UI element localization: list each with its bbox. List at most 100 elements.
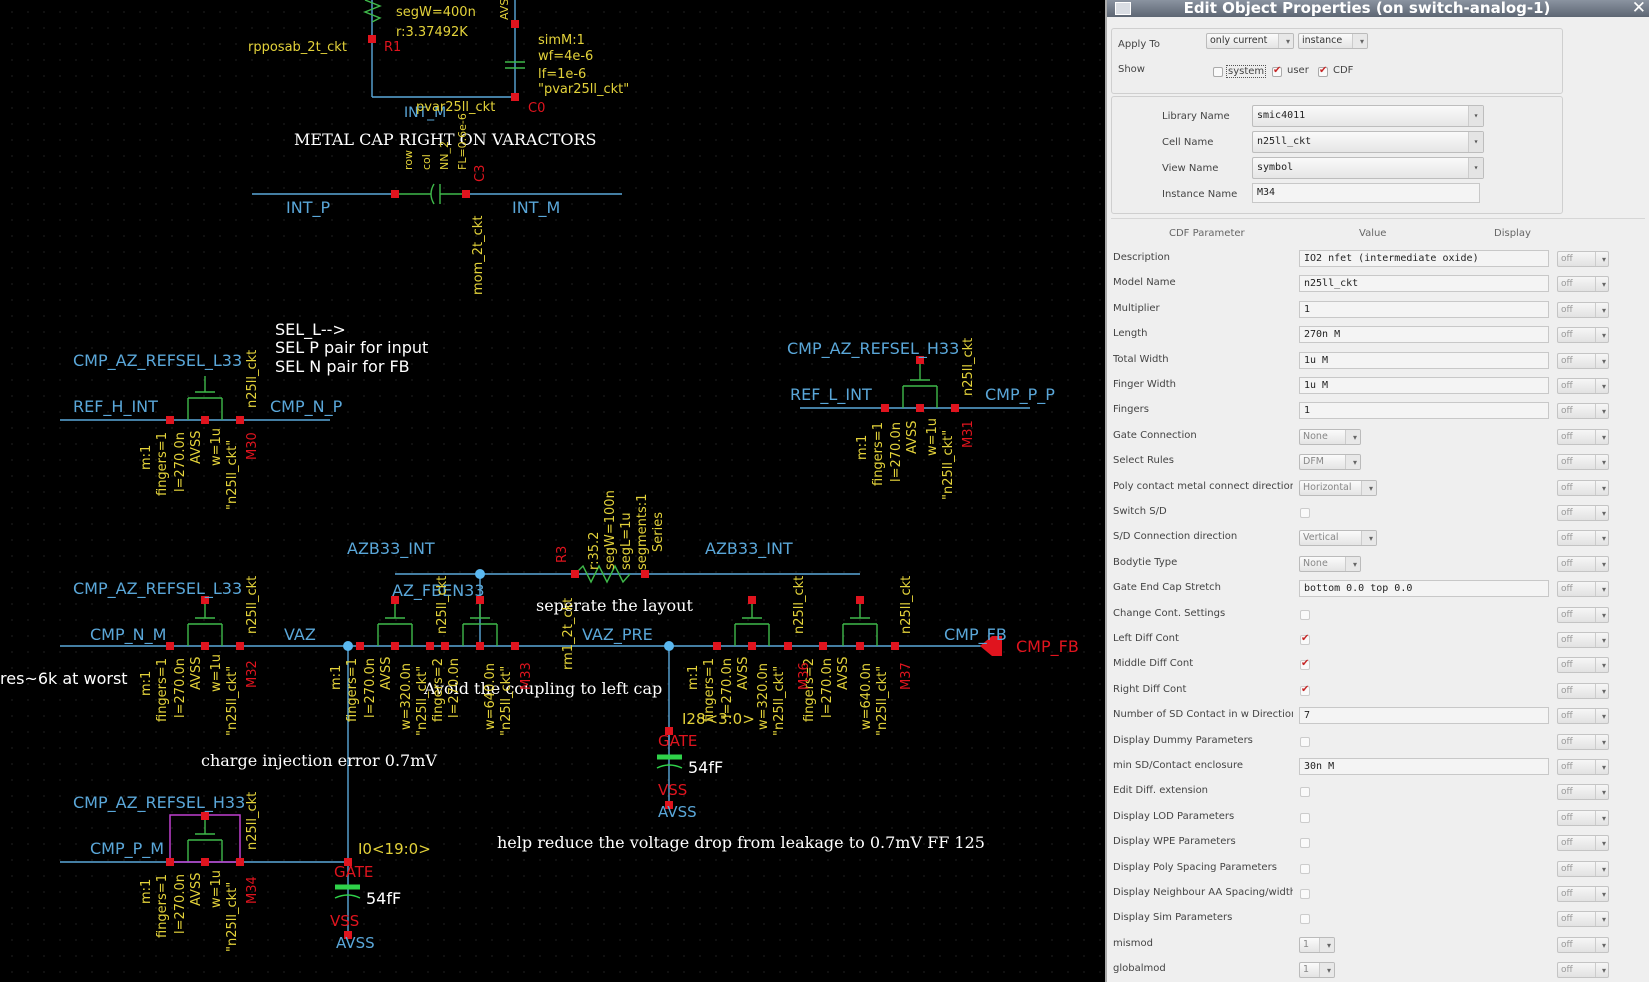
param-checkbox[interactable]: [1300, 609, 1310, 620]
param-value-combo[interactable]: DFM ▾: [1299, 454, 1361, 471]
param-checkbox[interactable]: [1300, 812, 1310, 823]
instance-label: M30: [245, 432, 260, 460]
display-combo[interactable]: off ▾: [1557, 428, 1609, 445]
show-cdf-checkbox[interactable]: [1318, 65, 1328, 77]
display-combo[interactable]: off ▾: [1557, 352, 1609, 369]
chevron-down-icon: ▾: [1601, 915, 1606, 925]
param-value-field[interactable]: n25ll_ckt: [1299, 275, 1549, 293]
display-combo[interactable]: off ▾: [1557, 911, 1609, 928]
display-combo[interactable]: off ▾: [1557, 759, 1609, 775]
schematic-drawing[interactable]: CMP_AZ_REFSEL_L33 REF_H_INT CMP_N_P CMP_…: [0, 0, 1105, 982]
display-combo[interactable]: off ▾: [1557, 403, 1609, 420]
display-combo[interactable]: off ▾: [1557, 708, 1609, 725]
display-combo[interactable]: off ▾: [1557, 378, 1609, 394]
chevron-down-icon: ▾: [1601, 407, 1606, 417]
param-value-field[interactable]: 1: [1299, 300, 1549, 318]
display-value: off: [1561, 355, 1573, 366]
param-value-field[interactable]: 1: [1299, 402, 1549, 420]
param-value-field[interactable]: 1u M: [1299, 351, 1549, 369]
display-combo[interactable]: off ▾: [1557, 530, 1609, 547]
apply-to-label: Apply To: [1118, 39, 1160, 50]
library-name-combo[interactable]: smic4011 ▾: [1252, 105, 1484, 127]
param-value-combo[interactable]: 1 ▾: [1299, 936, 1335, 953]
display-combo[interactable]: off ▾: [1557, 555, 1609, 572]
param-value-field[interactable]: 1u M: [1299, 377, 1549, 394]
param-checkbox[interactable]: [1300, 736, 1310, 747]
display-combo[interactable]: off ▾: [1557, 809, 1609, 826]
param-value-field[interactable]: 7: [1299, 707, 1549, 725]
dialog-titlebar[interactable]: Edit Object Properties (on switch-analog…: [1107, 0, 1649, 18]
display-combo[interactable]: off ▾: [1557, 682, 1609, 699]
param-label: Poly contact metal connect direction: [1113, 480, 1293, 492]
annotation: SEL_L-->: [275, 320, 346, 340]
cap-value: 54fF: [688, 758, 723, 777]
apply-to-combo[interactable]: only current ▾: [1206, 33, 1294, 49]
show-system-checkbox[interactable]: [1213, 67, 1223, 77]
param-value-field[interactable]: 30n M: [1299, 758, 1549, 775]
display-combo[interactable]: off ▾: [1557, 327, 1609, 344]
display-combo[interactable]: off ▾: [1557, 454, 1609, 471]
param-value-combo[interactable]: 1 ▾: [1299, 962, 1335, 979]
display-combo[interactable]: off ▾: [1557, 301, 1609, 318]
param-checkbox[interactable]: [1300, 684, 1310, 696]
close-icon[interactable]: ✕: [1632, 0, 1646, 18]
param-value-combo[interactable]: Vertical ▾: [1299, 530, 1377, 547]
display-combo[interactable]: off ▾: [1557, 886, 1609, 902]
param-label: S/D Connection direction: [1113, 531, 1238, 543]
display-combo[interactable]: off ▾: [1557, 581, 1609, 598]
param-value-combo[interactable]: None ▾: [1299, 555, 1361, 572]
param-label: "n25ll_ckt": [499, 666, 514, 736]
param-value-field[interactable]: 270n M: [1299, 326, 1549, 344]
display-combo[interactable]: off ▾: [1557, 962, 1609, 979]
param-label: r:35.2: [587, 532, 602, 570]
display-combo[interactable]: off ▾: [1557, 860, 1609, 877]
param-checkbox[interactable]: [1300, 863, 1310, 874]
chevron-down-icon: ▾: [1601, 712, 1606, 722]
instance-name-field[interactable]: M34: [1252, 183, 1480, 203]
display-combo[interactable]: off ▾: [1557, 505, 1609, 521]
param-checkbox[interactable]: [1300, 633, 1310, 645]
param-checkbox[interactable]: [1300, 508, 1310, 518]
param-label: Change Cont. Settings: [1113, 607, 1226, 619]
param-value-field[interactable]: IO2 nfet (intermediate oxide): [1299, 250, 1549, 267]
chevron-down-icon: ▾: [1368, 483, 1373, 493]
param-checkbox[interactable]: [1300, 838, 1310, 849]
param-checkbox[interactable]: [1300, 787, 1310, 798]
display-combo[interactable]: off ▾: [1557, 276, 1609, 293]
display-value: off: [1561, 889, 1573, 899]
cell-name-combo[interactable]: n25ll_ckt ▾: [1252, 131, 1484, 153]
param-label: n25ll_ckt: [245, 792, 260, 850]
param-label: Gate End Cap Stretch: [1113, 582, 1222, 594]
display-combo[interactable]: off ▾: [1557, 251, 1609, 267]
param-label: pvar25ll_ckt: [416, 100, 495, 115]
param-value-combo[interactable]: None ▾: [1299, 428, 1361, 445]
net-label: CMP_FB: [944, 625, 1007, 645]
param-label: l=270.0n: [363, 658, 378, 718]
param-label: Fingers: [1113, 404, 1149, 416]
schematic-canvas[interactable]: CMP_AZ_REFSEL_L33 REF_H_INT CMP_N_P CMP_…: [0, 0, 1105, 982]
param-value-combo[interactable]: Horizontal ▾: [1299, 479, 1377, 496]
show-user-checkbox[interactable]: [1272, 65, 1282, 77]
chevron-down-icon: ▾: [1601, 636, 1606, 645]
param-value-field[interactable]: bottom 0.0 top 0.0: [1299, 580, 1549, 598]
apply-to-scope-combo[interactable]: instance ▾: [1298, 33, 1368, 49]
display-combo[interactable]: off ▾: [1557, 606, 1609, 623]
display-combo[interactable]: off ▾: [1557, 835, 1609, 852]
display-combo[interactable]: off ▾: [1557, 733, 1609, 750]
param-label: simM:1: [538, 33, 585, 48]
display-combo[interactable]: off ▾: [1557, 657, 1609, 674]
param-label: lf=1e-6: [538, 67, 586, 82]
param-checkbox[interactable]: [1300, 914, 1310, 925]
display-combo[interactable]: off ▾: [1557, 936, 1609, 953]
display-value: off: [1561, 431, 1573, 442]
param-checkbox[interactable]: [1300, 658, 1310, 671]
param-label: "n25ll_ckt": [225, 440, 240, 510]
view-name-value: symbol: [1257, 162, 1294, 173]
value-header: Value: [1359, 228, 1387, 239]
display-combo[interactable]: off ▾: [1557, 784, 1609, 801]
display-combo[interactable]: off ▾: [1557, 632, 1609, 648]
view-name-combo[interactable]: symbol ▾: [1252, 157, 1484, 179]
param-checkbox[interactable]: [1300, 889, 1310, 899]
display-combo[interactable]: off ▾: [1557, 479, 1609, 496]
bus-label: I28<3:0>: [682, 710, 755, 728]
